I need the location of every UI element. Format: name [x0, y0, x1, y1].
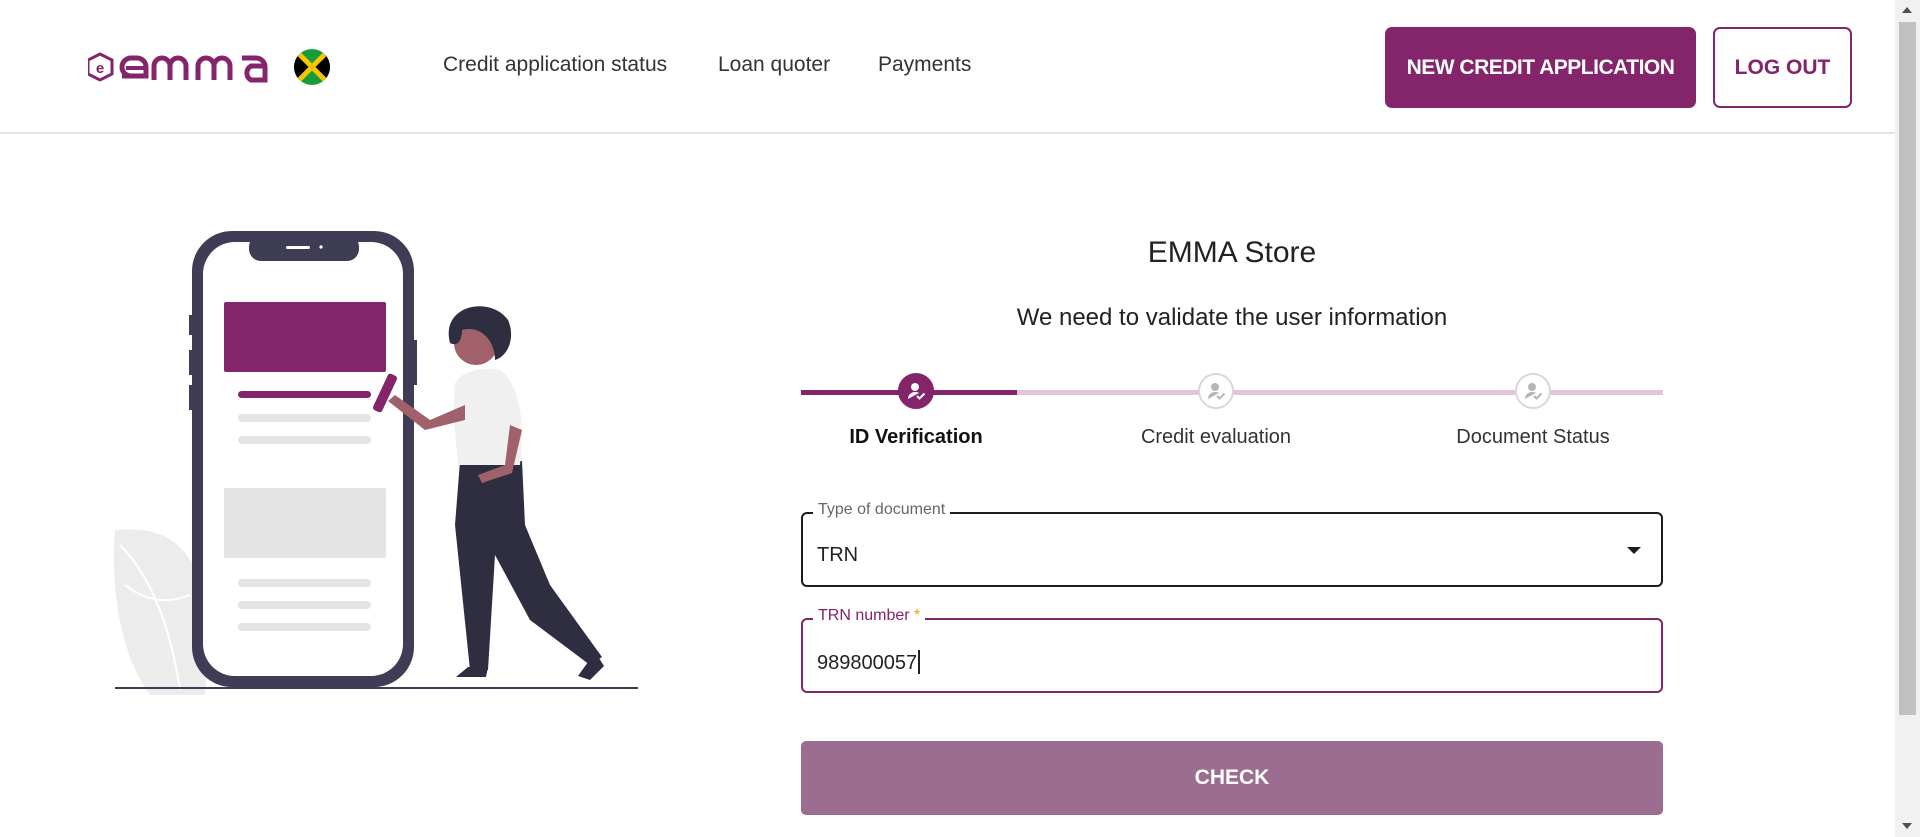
- phone-woman-illustration: [113, 231, 638, 695]
- nav-loan-quoter[interactable]: Loan quoter: [718, 53, 830, 77]
- new-credit-application-button[interactable]: NEW CREDIT APPLICATION: [1385, 27, 1696, 108]
- trn-number-value: 989800057: [817, 650, 920, 675]
- required-mark: *: [914, 607, 921, 624]
- check-button[interactable]: CHECK: [801, 741, 1663, 815]
- emma-logo[interactable]: e: [88, 46, 333, 88]
- validation-subtitle: We need to validate the user information: [1016, 304, 1448, 331]
- scroll-up-arrow-icon[interactable]: [1902, 7, 1912, 13]
- user-check-icon: [908, 383, 926, 400]
- step-id-verification-label: ID Verification: [849, 426, 983, 448]
- chevron-down-icon[interactable]: [1627, 547, 1641, 554]
- step-document-status-label: Document Status: [1456, 426, 1610, 448]
- logout-button[interactable]: LOG OUT: [1713, 27, 1852, 108]
- nav-payments[interactable]: Payments: [878, 53, 971, 77]
- step-1-indicator: [898, 373, 934, 409]
- trn-number-input[interactable]: TRN number * 989800057: [801, 607, 1663, 693]
- scroll-down-arrow-icon[interactable]: [1902, 823, 1912, 829]
- step-credit-evaluation-label: Credit evaluation: [1140, 426, 1292, 448]
- store-title: EMMA Store: [1147, 236, 1317, 269]
- text-caret: [918, 650, 920, 674]
- nav-credit-application-status[interactable]: Credit application status: [443, 53, 667, 77]
- step-3-indicator: [1515, 373, 1551, 409]
- document-type-select[interactable]: Type of document TRN: [801, 501, 1663, 587]
- scroll-thumb[interactable]: [1899, 22, 1916, 715]
- user-check-icon: [1525, 383, 1543, 400]
- document-type-label: Type of document: [813, 501, 951, 519]
- top-header: e Credit application status Loan quoter …: [0, 0, 1895, 134]
- step-2-indicator: [1198, 373, 1234, 409]
- svg-text:e: e: [96, 60, 104, 77]
- trn-number-label: TRN number *: [813, 607, 926, 625]
- user-check-icon: [1208, 383, 1226, 400]
- document-type-value: TRN: [817, 544, 859, 566]
- jamaica-flag-icon: [294, 49, 330, 85]
- page-scrollbar[interactable]: [1895, 0, 1920, 837]
